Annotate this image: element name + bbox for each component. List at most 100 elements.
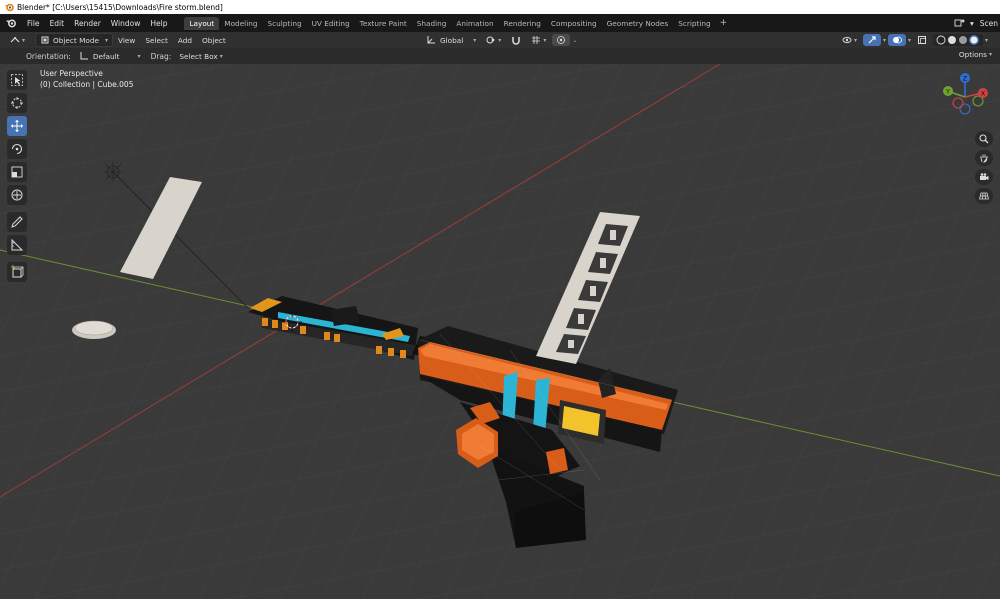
- orientation-axes-icon: [427, 36, 435, 44]
- object-mode-icon: [41, 36, 49, 44]
- options-dropdown[interactable]: Options ▾: [955, 49, 996, 60]
- tab-shading[interactable]: Shading: [412, 17, 452, 30]
- drag-label: Drag:: [150, 51, 172, 61]
- perspective-toggle-button[interactable]: [975, 188, 993, 204]
- mode-dropdown[interactable]: Object Mode ▾: [35, 33, 113, 47]
- magnifier-icon: [979, 134, 989, 144]
- camera-icon: [980, 173, 989, 180]
- move-arrows-icon: [11, 120, 23, 132]
- orientation-axes-icon: [80, 52, 88, 60]
- select-box-tool[interactable]: [7, 70, 27, 90]
- snap-toggle[interactable]: [507, 34, 525, 46]
- menu-file[interactable]: File: [22, 19, 45, 28]
- chevron-down-icon[interactable]: ▾: [908, 37, 911, 44]
- tab-modeling[interactable]: Modeling: [219, 17, 262, 30]
- cursor-tool[interactable]: [7, 93, 27, 113]
- tab-layout[interactable]: Layout: [184, 16, 220, 30]
- menu-render[interactable]: Render: [69, 19, 106, 28]
- measure-tool[interactable]: [7, 235, 27, 255]
- transform-tool[interactable]: [7, 185, 27, 205]
- viewport-scene: [0, 64, 1000, 599]
- blender-logo-icon: [5, 3, 14, 12]
- perspective-label: User Perspective: [40, 69, 103, 78]
- select-box-icon: [11, 74, 23, 86]
- tab-scripting[interactable]: Scripting: [673, 17, 715, 30]
- gizmo-arrows-icon: [868, 36, 876, 44]
- tab-texture-paint[interactable]: Texture Paint: [355, 17, 412, 30]
- scale-icon: [11, 166, 23, 178]
- chevron-down-icon: ▾: [137, 52, 141, 60]
- menu-help[interactable]: Help: [145, 19, 172, 28]
- top-menu-bar: File Edit Render Window Help Layout Mode…: [0, 14, 1000, 32]
- scale-tool[interactable]: [7, 162, 27, 182]
- add-workspace-button[interactable]: +: [716, 18, 732, 28]
- camera-view-button[interactable]: [975, 169, 993, 185]
- tab-geometry-nodes[interactable]: Geometry Nodes: [602, 17, 674, 30]
- disc-object[interactable]: [72, 320, 116, 339]
- z-axis-label: Z: [963, 75, 968, 83]
- proportional-edit-icon: [557, 36, 566, 44]
- grid-perspective-icon: [979, 192, 989, 200]
- drag-dropdown[interactable]: Select Box ▾: [175, 51, 226, 62]
- snap-target-dropdown[interactable]: ▾: [527, 34, 550, 46]
- wireframe-shading-icon[interactable]: [936, 35, 946, 45]
- orientation-value: Global: [440, 35, 464, 45]
- tab-compositing[interactable]: Compositing: [546, 17, 602, 30]
- pan-button[interactable]: [975, 150, 993, 166]
- editor-type-icon: [10, 37, 20, 43]
- workspace-tabs: Layout Modeling Sculpting UV Editing Tex…: [184, 16, 732, 30]
- chevron-down-icon: ▾: [543, 36, 547, 44]
- chevron-down-icon: ▾: [498, 36, 502, 44]
- menu-window[interactable]: Window: [106, 19, 146, 28]
- chevron-down-icon: ▾: [988, 51, 992, 58]
- cursor-icon: [11, 97, 23, 109]
- xray-toggle[interactable]: [913, 34, 931, 46]
- proportional-editing-toggle[interactable]: [552, 34, 571, 46]
- move-tool[interactable]: [7, 116, 27, 136]
- add-cube-icon: [11, 265, 24, 278]
- orientation-dropdown[interactable]: Default ▾: [75, 50, 145, 62]
- chevron-down-icon[interactable]: ▾: [883, 37, 886, 44]
- tab-uv-editing[interactable]: UV Editing: [307, 17, 355, 30]
- ruler-icon: [11, 238, 24, 251]
- blender-menu-icon[interactable]: [5, 17, 17, 29]
- add-cube-tool[interactable]: [7, 262, 27, 282]
- tab-animation[interactable]: Animation: [451, 17, 498, 30]
- solid-shading-icon[interactable]: [948, 36, 957, 44]
- rotate-icon: [11, 143, 23, 155]
- rotate-tool[interactable]: [7, 139, 27, 159]
- scene-selector[interactable]: ▾ Scen: [954, 14, 998, 32]
- snap-magnet-icon: [512, 37, 521, 45]
- menu-edit[interactable]: Edit: [45, 19, 70, 28]
- neg-z-axis-handle[interactable]: [959, 103, 971, 115]
- viewport-display-controls: ▾ ▾ ▾ ▾: [836, 32, 988, 48]
- mode-label: Object Mode: [53, 35, 99, 45]
- window-title: Blender* [C:\Users\15415\Downloads\Fire …: [17, 2, 223, 12]
- chevron-down-icon[interactable]: ⌄: [572, 37, 577, 44]
- window-title-bar: Blender* [C:\Users\15415\Downloads\Fire …: [0, 0, 1000, 14]
- menu-select[interactable]: Select: [140, 36, 173, 45]
- transform-orientation-dropdown[interactable]: Global ▾: [422, 34, 480, 46]
- navigation-gizmo[interactable]: Z X Y: [938, 70, 994, 126]
- collection-info: (0) Collection | Cube.005: [40, 80, 134, 89]
- menu-object[interactable]: Object: [197, 36, 231, 45]
- visibility-dropdown[interactable]: ▾: [838, 34, 861, 46]
- neg-x-axis-handle[interactable]: [952, 97, 964, 109]
- rendered-shading-icon[interactable]: [970, 36, 978, 44]
- menu-view[interactable]: View: [113, 36, 140, 45]
- scene-name: Scen: [979, 18, 998, 28]
- x-axis-label: X: [981, 90, 986, 98]
- editor-type-button[interactable]: ▾: [6, 34, 29, 46]
- chevron-down-icon[interactable]: ▾: [985, 37, 988, 44]
- material-shading-icon[interactable]: [959, 36, 968, 44]
- zoom-button[interactable]: [975, 131, 993, 147]
- overlays-toggle[interactable]: [888, 34, 907, 46]
- tab-sculpting[interactable]: Sculpting: [263, 17, 307, 30]
- y-axis-label: Y: [945, 88, 950, 96]
- menu-add[interactable]: Add: [173, 36, 197, 45]
- pivot-point-dropdown[interactable]: ▾: [482, 34, 505, 46]
- gizmo-toggle[interactable]: [863, 34, 882, 46]
- tab-rendering[interactable]: Rendering: [499, 17, 546, 30]
- 3d-viewport[interactable]: User Perspective (0) Collection | Cube.0…: [0, 64, 1000, 599]
- annotate-tool[interactable]: [7, 212, 27, 232]
